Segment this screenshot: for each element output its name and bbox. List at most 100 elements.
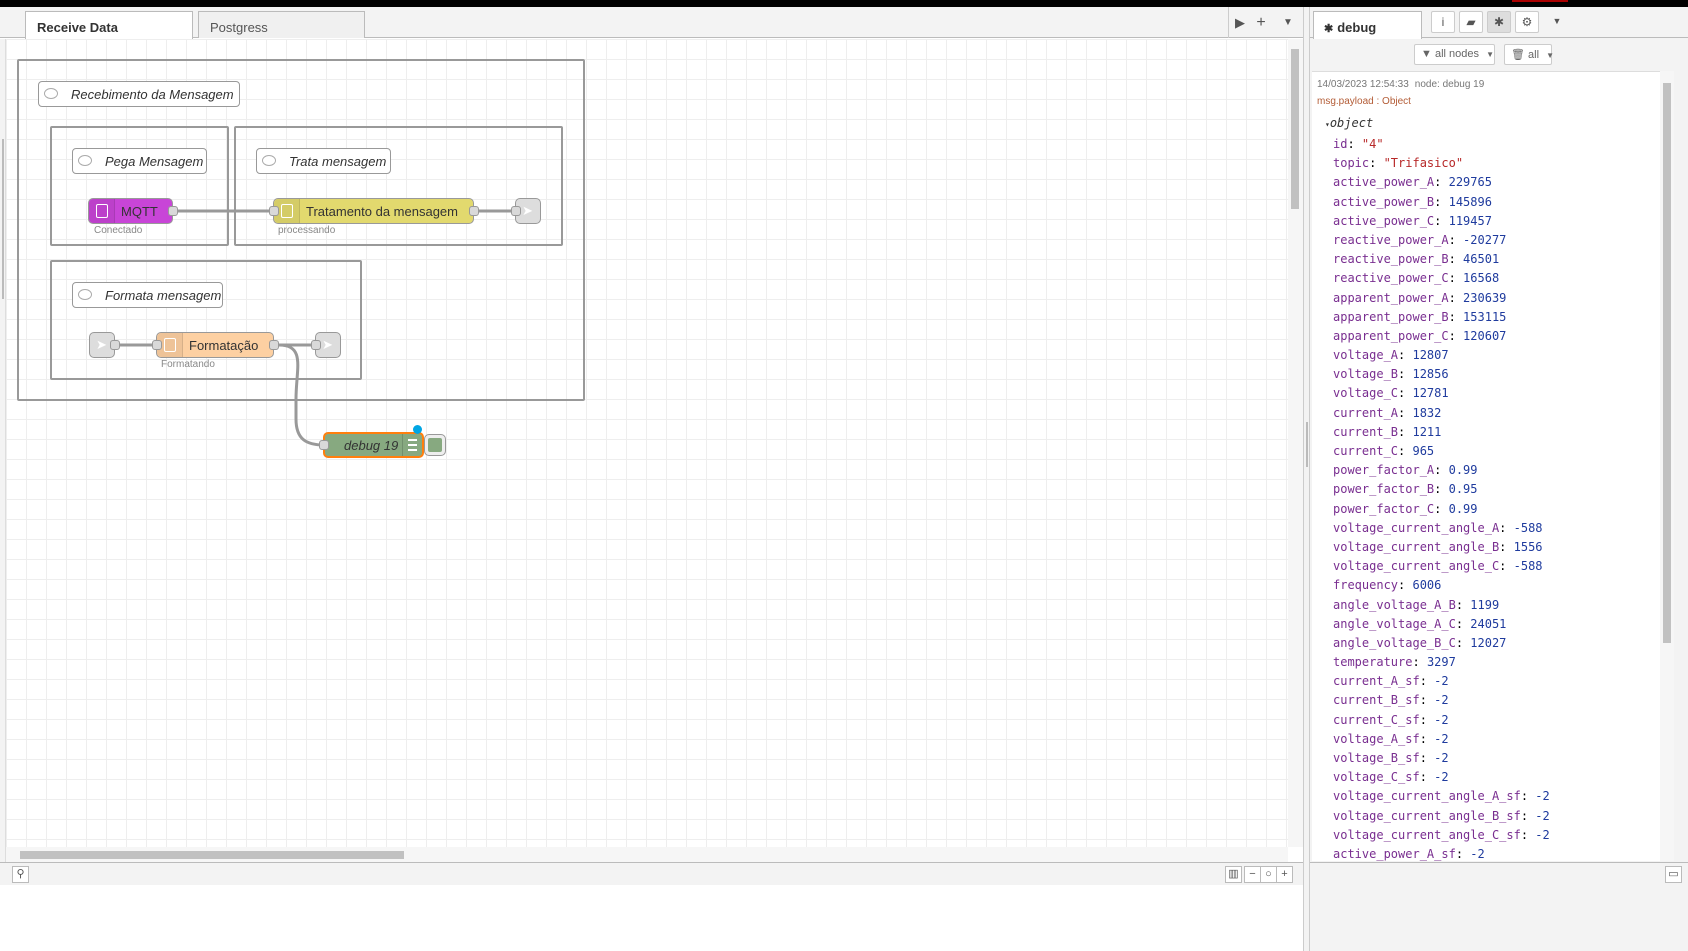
debug-property-row: reactive_power_B: 46501 bbox=[1333, 250, 1550, 269]
comment-icon bbox=[44, 88, 58, 99]
chevron-down-icon: ▼ bbox=[1546, 51, 1555, 60]
zoom-in-icon[interactable]: + bbox=[1276, 866, 1293, 883]
comment-trata-mensagem[interactable]: Trata mensagem bbox=[256, 148, 391, 174]
bug-icon[interactable]: ✱ bbox=[1487, 11, 1511, 33]
property-value: -2 bbox=[1434, 770, 1449, 785]
sidebar-scrollbar[interactable] bbox=[1660, 71, 1674, 861]
property-value: 1832 bbox=[1412, 405, 1442, 420]
comment-formata-mensagem[interactable]: Formata mensagem bbox=[72, 282, 223, 308]
debug-property-row: voltage_current_angle_A: -588 bbox=[1333, 519, 1550, 538]
map-icon[interactable]: ▥ bbox=[1225, 866, 1242, 883]
output-port[interactable] bbox=[269, 340, 279, 350]
property-separator: : bbox=[1419, 770, 1435, 785]
chevron-down-icon[interactable]: ▼ bbox=[1277, 13, 1299, 33]
input-port[interactable] bbox=[269, 206, 279, 216]
output-port[interactable] bbox=[469, 206, 479, 216]
input-port[interactable] bbox=[319, 440, 329, 450]
property-value: 1556 bbox=[1513, 539, 1543, 554]
search-icon[interactable]: ⚲ bbox=[12, 866, 29, 883]
filter-label: all nodes bbox=[1434, 48, 1479, 60]
property-value: -2 bbox=[1470, 846, 1485, 861]
property-value: "Trifasico" bbox=[1383, 156, 1464, 171]
property-separator: : bbox=[1448, 309, 1464, 324]
comment-recebimento[interactable]: Recebimento da Mensagem bbox=[38, 81, 240, 107]
property-key: voltage_current_angle_A bbox=[1333, 520, 1500, 535]
info-icon[interactable]: i bbox=[1431, 11, 1455, 33]
debug-object-toggle[interactable]: ▾object bbox=[1325, 116, 1373, 130]
output-port[interactable] bbox=[110, 340, 120, 350]
sidebar-tabbar: ✱ debug i ▰ ✱ ⚙ ▼ bbox=[1310, 7, 1688, 39]
input-port[interactable] bbox=[311, 340, 321, 350]
property-key: voltage_A bbox=[1333, 348, 1399, 363]
property-key: power_factor_C bbox=[1333, 501, 1435, 516]
tab-postgress[interactable]: Postgress bbox=[198, 11, 365, 38]
comment-recebimento-label: Recebimento da Mensagem bbox=[71, 87, 234, 102]
debug-property-row: voltage_B_sf: -2 bbox=[1333, 749, 1550, 768]
node-tratamento[interactable]: Tratamento da mensagem bbox=[273, 198, 474, 224]
debug-property-row: voltage_current_angle_C: -588 bbox=[1333, 557, 1550, 576]
node-formatacao[interactable]: Formatação bbox=[156, 332, 274, 358]
debug-property-row: current_C_sf: -2 bbox=[1333, 711, 1550, 730]
debug-property-row: voltage_A_sf: -2 bbox=[1333, 730, 1550, 749]
property-separator: : bbox=[1434, 194, 1449, 209]
debug-toggle-button[interactable] bbox=[424, 434, 446, 456]
chevron-down-icon[interactable]: ▼ bbox=[1545, 11, 1569, 33]
canvas-horizontal-scrollbar[interactable] bbox=[6, 847, 1288, 862]
property-value: -2 bbox=[1535, 808, 1550, 823]
property-key: topic bbox=[1333, 156, 1370, 171]
property-key: power_factor_B bbox=[1333, 482, 1435, 497]
debug-property-row: reactive_power_A: -20277 bbox=[1333, 231, 1550, 250]
zoom-out-icon[interactable]: − bbox=[1244, 866, 1261, 883]
window-icon[interactable]: ▭ bbox=[1665, 866, 1682, 883]
debug-message-topic: msg.payload : Object bbox=[1317, 96, 1411, 107]
tab-receive-data[interactable]: Receive Data bbox=[25, 11, 193, 39]
scrollbar-thumb[interactable] bbox=[1663, 83, 1671, 643]
input-port[interactable] bbox=[152, 340, 162, 350]
property-separator: : bbox=[1419, 731, 1435, 746]
node-mqtt[interactable]: MQTT bbox=[88, 198, 173, 224]
property-key: angle_voltage_A_B bbox=[1333, 597, 1456, 612]
property-value: "4" bbox=[1361, 137, 1384, 151]
canvas-vertical-scrollbar[interactable] bbox=[1288, 39, 1303, 847]
clear-messages-button[interactable]: 🗑 all ▼ bbox=[1504, 44, 1555, 65]
property-separator: : bbox=[1520, 827, 1536, 842]
zoom-reset-icon[interactable]: ○ bbox=[1260, 866, 1277, 883]
filter-icon: ▼ bbox=[1421, 48, 1432, 60]
scrollbar-thumb[interactable] bbox=[20, 851, 404, 859]
property-separator: : bbox=[1448, 232, 1464, 247]
debug-property-row: current_C: 965 bbox=[1333, 442, 1550, 461]
node-debug-19[interactable]: debug 19 bbox=[323, 432, 424, 458]
property-value: 0.95 bbox=[1448, 482, 1478, 497]
sidebar-separator[interactable] bbox=[1303, 7, 1310, 951]
debug-toolbar: ▼ all nodes ▼ 🗑 all ▼ bbox=[1310, 39, 1688, 71]
play-icon[interactable]: ▶ bbox=[1229, 13, 1251, 33]
debug-messages-panel[interactable]: 14/03/2023 12:54:33 node: debug 19 msg.pa… bbox=[1312, 71, 1660, 861]
gear-icon[interactable]: ⚙ bbox=[1515, 11, 1539, 33]
debug-node-link[interactable]: node: debug 19 bbox=[1415, 79, 1485, 90]
header-accent bbox=[1512, 0, 1568, 2]
debug-property-row: voltage_C_sf: -2 bbox=[1333, 768, 1550, 787]
property-value: 3297 bbox=[1426, 655, 1456, 670]
debug-property-row: current_B: 1211 bbox=[1333, 423, 1550, 442]
comment-pega-mensagem[interactable]: Pega Mensagem bbox=[72, 148, 207, 174]
flow-canvas[interactable]: Recebimento da Mensagem Pega Mensagem Tr… bbox=[6, 39, 1288, 847]
filter-nodes-button[interactable]: ▼ all nodes ▼ bbox=[1414, 44, 1495, 65]
property-separator: : bbox=[1398, 348, 1413, 363]
sidebar-footer: ▭ bbox=[1310, 862, 1688, 885]
property-separator: : bbox=[1419, 751, 1435, 765]
input-port[interactable] bbox=[511, 206, 521, 216]
scrollbar-thumb[interactable] bbox=[1291, 49, 1299, 209]
sidebar-tab-debug[interactable]: ✱ debug bbox=[1313, 11, 1422, 39]
property-key: current_C_sf bbox=[1333, 712, 1420, 727]
property-separator: : bbox=[1434, 482, 1449, 497]
output-port[interactable] bbox=[168, 206, 178, 216]
plus-icon[interactable]: + bbox=[1250, 13, 1272, 33]
book-icon[interactable]: ▰ bbox=[1459, 11, 1483, 33]
debug-property-row: current_A: 1832 bbox=[1333, 404, 1550, 423]
property-separator: : bbox=[1448, 328, 1464, 343]
object-label: object bbox=[1329, 116, 1374, 130]
property-key: angle_voltage_B_C bbox=[1333, 635, 1456, 650]
property-value: 12807 bbox=[1412, 348, 1449, 363]
property-separator: : bbox=[1434, 175, 1449, 190]
workspace: Receive Data Postgress ▶ + ▼ Recebimento… bbox=[0, 7, 1303, 951]
